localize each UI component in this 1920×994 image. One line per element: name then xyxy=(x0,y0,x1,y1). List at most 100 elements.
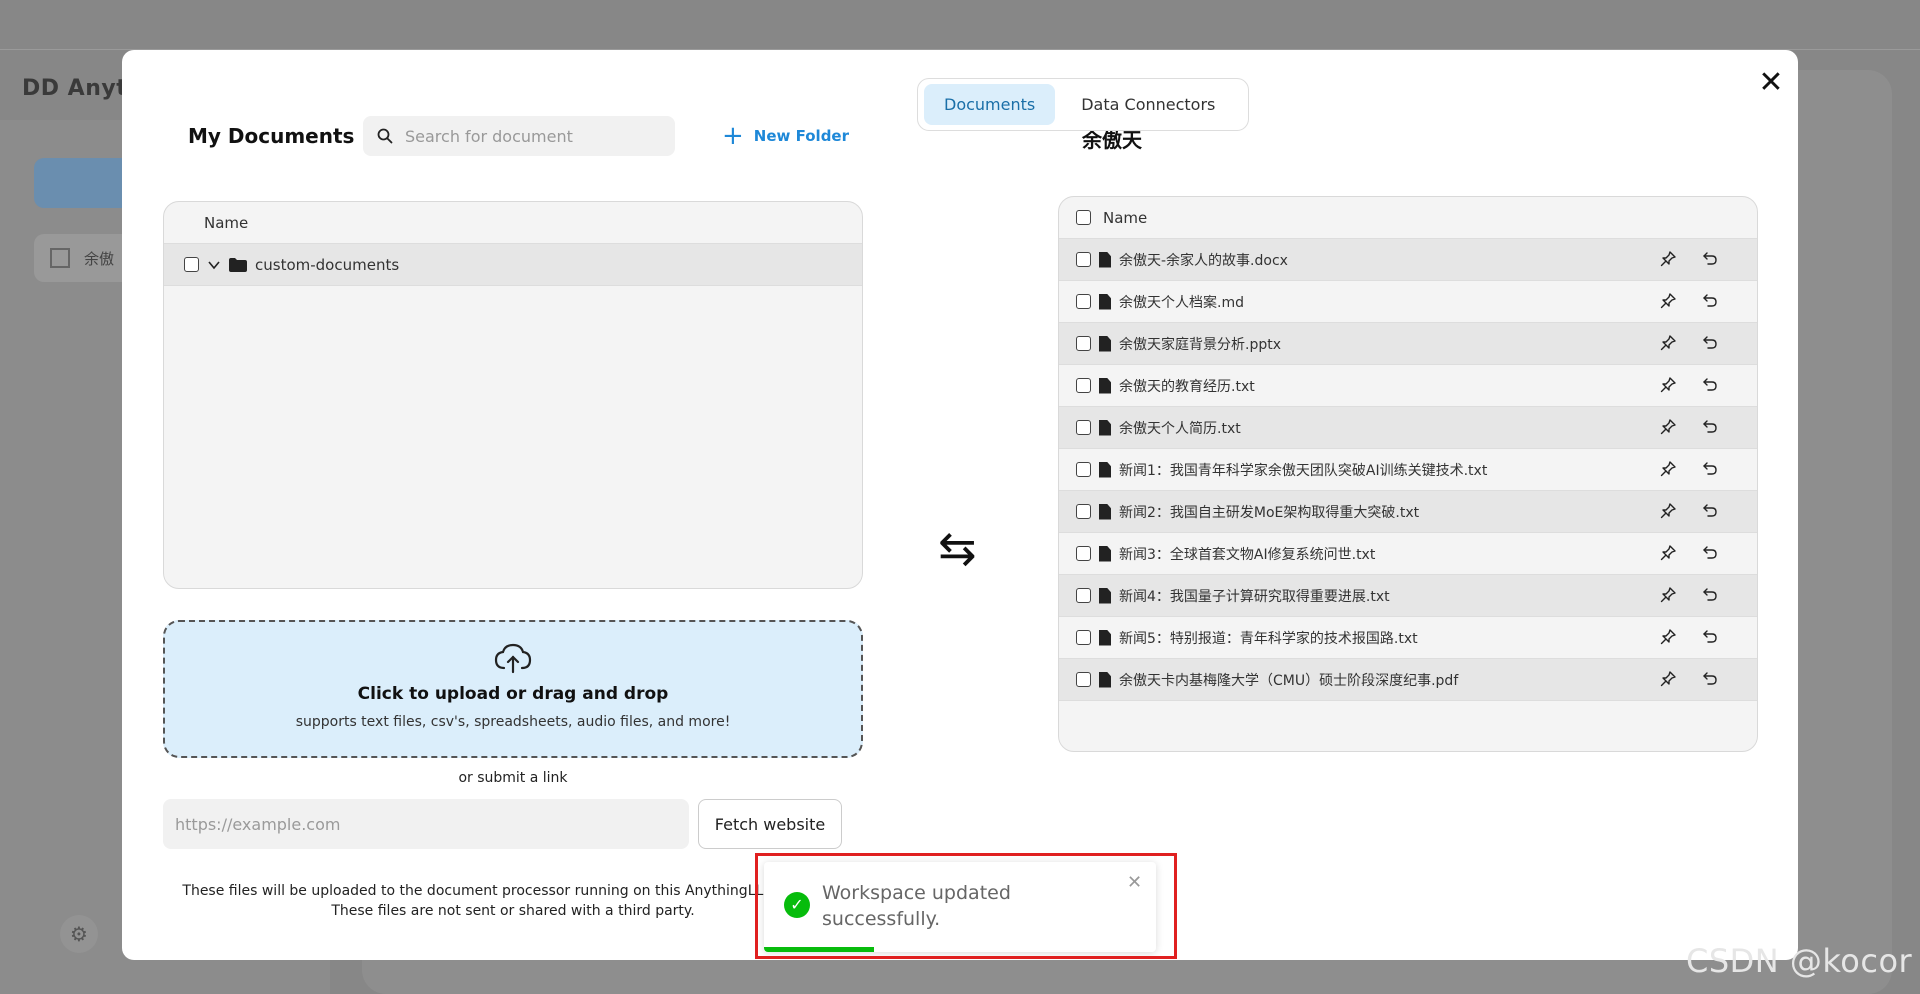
swap-arrows-icon: ⇆ xyxy=(938,521,977,575)
table-row[interactable]: 新闻2：我国自主研发MoE架构取得重大突破.txt xyxy=(1059,491,1757,533)
background-workspace-label: 余傲 xyxy=(84,250,115,268)
new-folder-button[interactable]: + New Folder xyxy=(722,121,849,151)
file-checkbox[interactable] xyxy=(1076,630,1091,645)
file-checkbox[interactable] xyxy=(1076,546,1091,561)
remove-undo-icon[interactable] xyxy=(1701,461,1719,479)
new-folder-label: New Folder xyxy=(753,127,849,145)
table-header: Name xyxy=(164,202,862,244)
tab-documents[interactable]: Documents xyxy=(924,84,1056,125)
cloud-upload-icon xyxy=(494,643,532,674)
search-icon xyxy=(377,128,393,144)
column-name-header: Name xyxy=(1103,208,1148,227)
pin-icon[interactable] xyxy=(1659,586,1677,605)
column-name-header: Name xyxy=(204,213,249,232)
pin-icon[interactable] xyxy=(1659,418,1677,437)
row-actions xyxy=(1659,586,1757,605)
pin-icon[interactable] xyxy=(1659,376,1677,395)
fetch-website-button[interactable]: Fetch website xyxy=(698,799,842,849)
remove-undo-icon[interactable] xyxy=(1701,545,1719,563)
remove-undo-icon[interactable] xyxy=(1701,419,1719,437)
file-checkbox[interactable] xyxy=(1076,420,1091,435)
row-actions xyxy=(1659,628,1757,647)
table-row[interactable]: 余傲天家庭背景分析.pptx xyxy=(1059,323,1757,365)
file-name: 余傲天的教育经历.txt xyxy=(1119,378,1255,395)
row-actions xyxy=(1659,250,1757,269)
row-actions xyxy=(1659,544,1757,563)
file-icon xyxy=(1099,377,1111,394)
folder-checkbox[interactable] xyxy=(184,257,199,272)
pin-icon[interactable] xyxy=(1659,544,1677,563)
background-settings-icon: ⚙ xyxy=(60,915,98,953)
file-checkbox[interactable] xyxy=(1076,588,1091,603)
remove-undo-icon[interactable] xyxy=(1701,377,1719,395)
file-icon xyxy=(1099,587,1111,604)
row-actions xyxy=(1659,376,1757,395)
file-checkbox[interactable] xyxy=(1076,672,1091,687)
table-header: Name xyxy=(1059,197,1757,239)
my-documents-table: Name custom-documents xyxy=(163,201,863,589)
remove-undo-icon[interactable] xyxy=(1701,293,1719,311)
remove-undo-icon[interactable] xyxy=(1701,671,1719,689)
or-submit-link-label: or submit a link xyxy=(458,770,568,786)
watermark: CSDN @kocor xyxy=(1686,942,1913,980)
file-checkbox[interactable] xyxy=(1076,252,1091,267)
file-icon xyxy=(1099,251,1111,268)
close-modal-icon[interactable]: ✕ xyxy=(1756,68,1786,98)
file-icon xyxy=(1099,545,1111,562)
file-name: 余傲天家庭背景分析.pptx xyxy=(1119,336,1281,353)
pin-icon[interactable] xyxy=(1659,628,1677,647)
file-name: 新闻1：我国青年科学家余傲天团队突破AI训练关键技术.txt xyxy=(1119,462,1488,479)
remove-undo-icon[interactable] xyxy=(1701,251,1719,269)
row-actions xyxy=(1659,418,1757,437)
table-row[interactable]: 新闻5：特别报道：青年科学家的技术报国路.txt xyxy=(1059,617,1757,659)
workspace-documents-table: Name 余傲天-余家人的故事.docx 余傲天个人档案.md 余傲天家庭背景分析.… xyxy=(1058,196,1758,752)
table-row[interactable]: 余傲天个人档案.md xyxy=(1059,281,1757,323)
pin-icon[interactable] xyxy=(1659,334,1677,353)
table-row[interactable]: 新闻1：我国青年科学家余傲天团队突破AI训练关键技术.txt xyxy=(1059,449,1757,491)
remove-undo-icon[interactable] xyxy=(1701,587,1719,605)
remove-undo-icon[interactable] xyxy=(1701,335,1719,353)
upload-title: Click to upload or drag and drop xyxy=(357,684,669,704)
file-checkbox[interactable] xyxy=(1076,294,1091,309)
plus-icon: + xyxy=(722,121,744,151)
file-checkbox[interactable] xyxy=(1076,378,1091,393)
pin-icon[interactable] xyxy=(1659,292,1677,311)
table-row[interactable]: 新闻4：我国量子计算研究取得重要进展.txt xyxy=(1059,575,1757,617)
pin-icon[interactable] xyxy=(1659,250,1677,269)
remove-undo-icon[interactable] xyxy=(1701,629,1719,647)
table-row[interactable]: 余傲天的教育经历.txt xyxy=(1059,365,1757,407)
row-actions xyxy=(1659,502,1757,521)
file-checkbox[interactable] xyxy=(1076,336,1091,351)
folder-row[interactable]: custom-documents xyxy=(164,244,862,286)
file-checkbox[interactable] xyxy=(1076,462,1091,477)
annotation-highlight-box xyxy=(755,853,1177,959)
upload-dropzone[interactable]: Click to upload or drag and drop support… xyxy=(163,620,863,758)
table-row[interactable]: 余傲天个人简历.txt xyxy=(1059,407,1757,449)
select-all-checkbox[interactable] xyxy=(1076,210,1091,225)
pin-icon[interactable] xyxy=(1659,502,1677,521)
upload-subtitle: supports text files, csv's, spreadsheets… xyxy=(295,714,731,730)
file-checkbox[interactable] xyxy=(1076,504,1091,519)
file-icon xyxy=(1099,293,1111,310)
table-row[interactable]: 新闻3：全球首套文物AI修复系统问世.txt xyxy=(1059,533,1757,575)
workspace-file-list: 余傲天-余家人的故事.docx 余傲天个人档案.md 余傲天家庭背景分析.pptx 余… xyxy=(1059,239,1757,701)
table-row[interactable]: 余傲天卡内基梅隆大学（CMU）硕士阶段深度纪事.pdf xyxy=(1059,659,1757,701)
url-input[interactable] xyxy=(163,799,689,849)
folder-icon xyxy=(229,257,247,272)
table-row[interactable]: 余傲天-余家人的故事.docx xyxy=(1059,239,1757,281)
chevron-down-icon[interactable] xyxy=(207,258,221,272)
pin-icon[interactable] xyxy=(1659,460,1677,479)
file-name: 新闻3：全球首套文物AI修复系统问世.txt xyxy=(1119,546,1376,563)
pin-icon[interactable] xyxy=(1659,670,1677,689)
file-icon xyxy=(1099,419,1111,436)
file-name: 余傲天卡内基梅隆大学（CMU）硕士阶段深度纪事.pdf xyxy=(1119,672,1459,689)
file-name: 新闻5：特别报道：青年科学家的技术报国路.txt xyxy=(1119,630,1418,647)
remove-undo-icon[interactable] xyxy=(1701,503,1719,521)
document-search xyxy=(363,116,675,156)
tab-data-connectors[interactable]: Data Connectors xyxy=(1061,84,1235,125)
file-name: 余傲天个人简历.txt xyxy=(1119,420,1241,437)
search-input[interactable] xyxy=(405,126,645,146)
file-name: 余傲天-余家人的故事.docx xyxy=(1119,252,1288,269)
file-name: 余傲天个人档案.md xyxy=(1119,294,1244,311)
file-icon xyxy=(1099,671,1111,688)
